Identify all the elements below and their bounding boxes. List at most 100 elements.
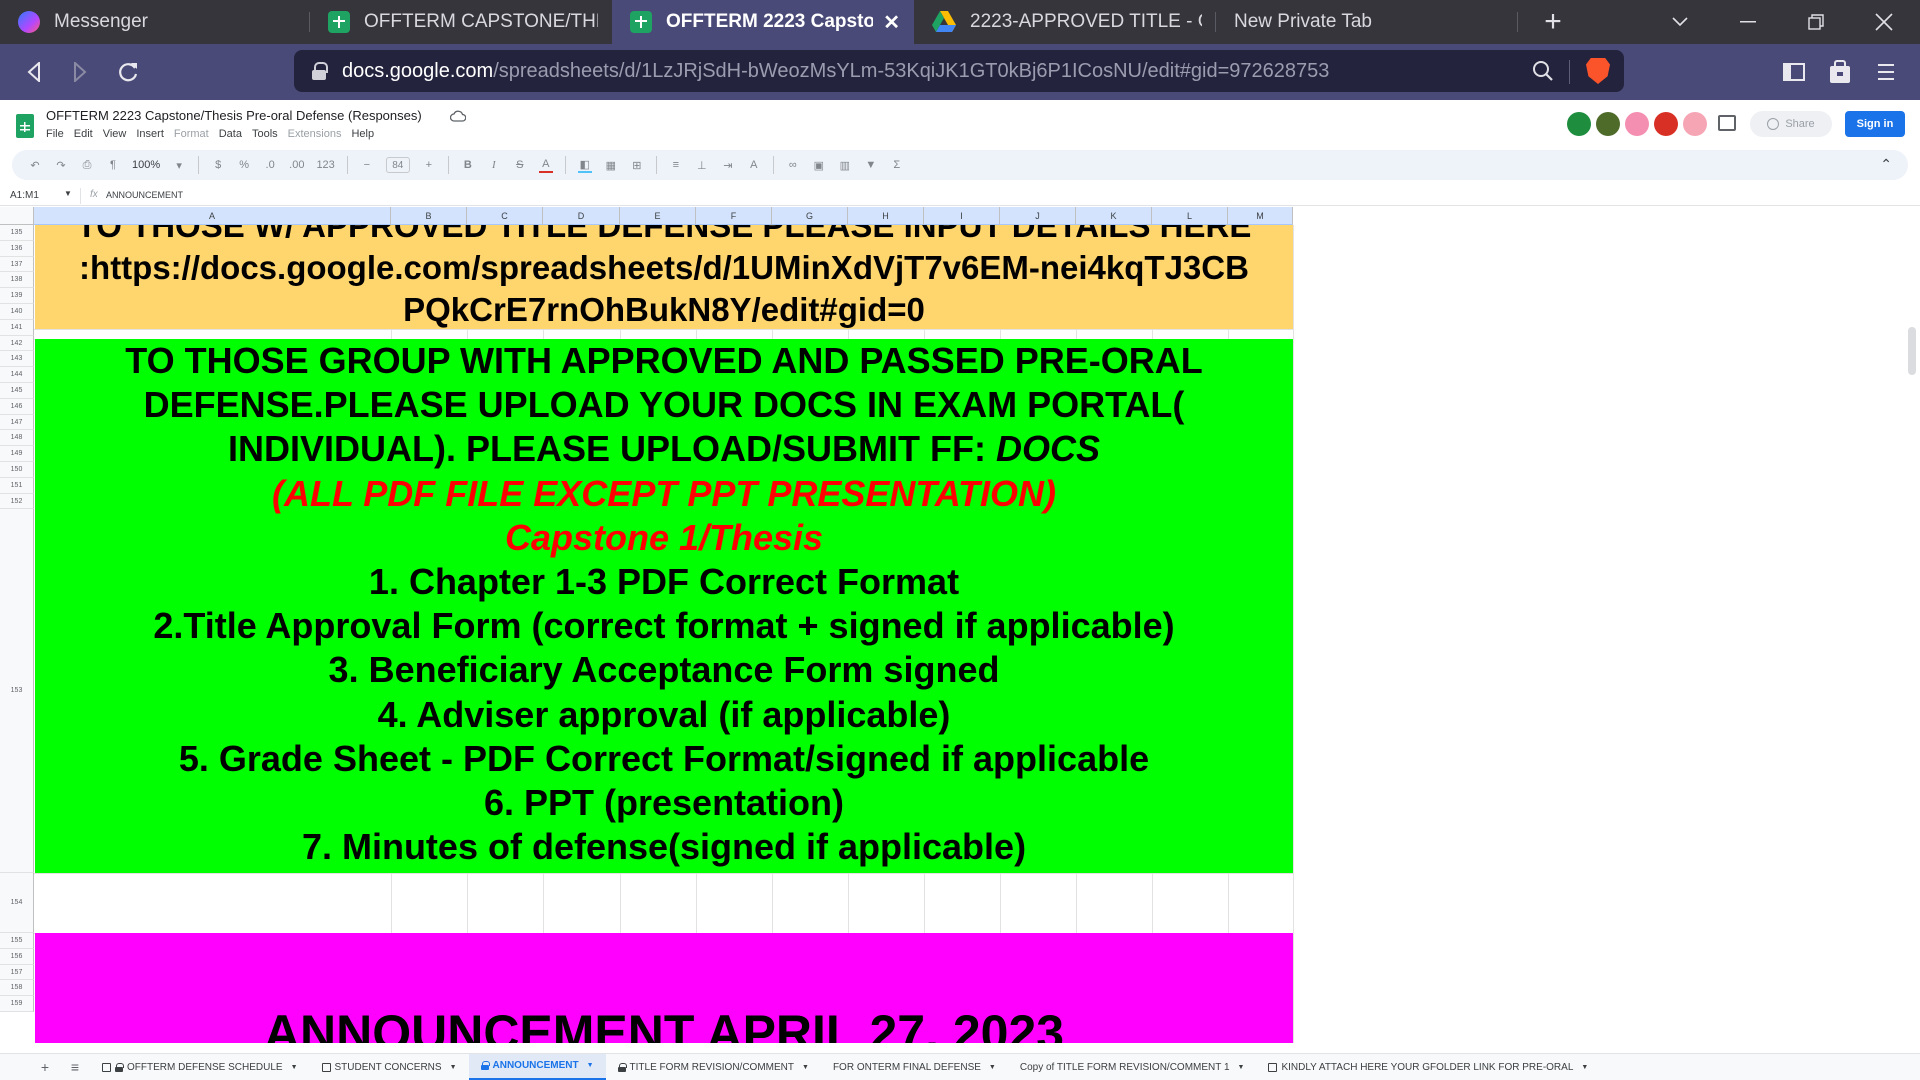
browser-tab-active-sheet[interactable]: OFFTERM 2223 Capstone/T ✕ xyxy=(612,0,914,44)
cloud-status-icon[interactable] xyxy=(450,110,466,122)
horizontal-align-icon[interactable]: ≡ xyxy=(669,157,683,173)
decrease-decimal-icon[interactable]: .0 xyxy=(263,157,277,173)
row-header[interactable]: 151 xyxy=(0,477,34,494)
merged-cell-link-notice[interactable]: TO THOSE W/ APPROVED TITLE DEFENSE PLEAS… xyxy=(35,225,1293,329)
paint-format-icon[interactable]: ¶ xyxy=(106,157,120,173)
sign-in-button[interactable]: Sign in xyxy=(1845,111,1905,137)
row-header[interactable]: 139 xyxy=(0,288,34,304)
chevron-down-icon[interactable]: ▼ xyxy=(64,189,72,198)
row-header[interactable]: 135 xyxy=(0,225,34,241)
row-header[interactable]: 144 xyxy=(0,367,34,383)
column-header-g[interactable]: G xyxy=(772,207,848,225)
row-header[interactable]: 147 xyxy=(0,414,34,431)
row-header[interactable]: 141 xyxy=(0,319,34,336)
row-header[interactable]: 146 xyxy=(0,398,34,415)
row-header[interactable]: 159 xyxy=(0,996,34,1012)
sheet-tab[interactable]: TITLE FORM REVISION/COMMENT ▼ xyxy=(606,1054,821,1080)
merge-cells-icon[interactable]: ⊞ xyxy=(630,157,644,173)
column-header-d[interactable]: D xyxy=(543,207,620,225)
sidebar-toggle-icon[interactable] xyxy=(1776,54,1812,90)
bold-icon[interactable]: B xyxy=(461,157,475,173)
address-bar[interactable]: docs.google.com/spreadsheets/d/1LzJRjSdH… xyxy=(294,50,1624,92)
avatar[interactable] xyxy=(1683,112,1707,136)
row-header[interactable]: 158 xyxy=(0,980,34,997)
menu-data[interactable]: Data xyxy=(219,128,242,140)
chevron-down-icon[interactable]: ▼ xyxy=(587,1062,594,1069)
print-icon[interactable]: ⎙ xyxy=(80,157,94,173)
sheet-tab[interactable]: OFFTERM DEFENSE SCHEDULE ▼ xyxy=(90,1054,310,1080)
insert-link-icon[interactable]: ∞ xyxy=(786,157,800,173)
chevron-down-icon[interactable]: ▼ xyxy=(291,1064,298,1071)
vertical-align-icon[interactable]: ⊥ xyxy=(695,157,709,173)
borders-icon[interactable]: ▦ xyxy=(604,157,618,173)
document-title[interactable]: OFFTERM 2223 Capstone/Thesis Pre-oral De… xyxy=(46,108,422,123)
fill-color-icon[interactable]: ◧ xyxy=(577,157,592,173)
forward-icon[interactable] xyxy=(62,54,98,90)
menu-icon[interactable] xyxy=(1868,54,1904,90)
row-header[interactable]: 136 xyxy=(0,240,34,257)
add-sheet-button[interactable]: + xyxy=(30,1059,60,1075)
sheet-tab[interactable]: KINDLY ATTACH HERE YOUR GFOLDER LINK FOR… xyxy=(1256,1054,1600,1080)
row-header[interactable]: 149 xyxy=(0,446,34,462)
sheet-tab[interactable]: STUDENT CONCERNS ▼ xyxy=(310,1054,469,1080)
percent-icon[interactable]: % xyxy=(237,157,251,173)
share-button[interactable]: Share xyxy=(1750,111,1832,137)
currency-icon[interactable]: $ xyxy=(211,157,225,173)
browser-tab-offterm-capstone[interactable]: OFFTERM CAPSTONE/THESIS - xyxy=(310,0,612,44)
browser-tab-approved-title[interactable]: 2223-APPROVED TITLE - Googl xyxy=(914,0,1216,44)
font-size-field[interactable]: 84 xyxy=(385,157,410,173)
brave-shields-icon[interactable] xyxy=(1586,58,1610,84)
row-header[interactable]: 152 xyxy=(0,493,34,510)
row-header[interactable]: 148 xyxy=(0,430,34,447)
reload-icon[interactable] xyxy=(110,54,146,90)
minimize-window-icon[interactable] xyxy=(1718,0,1778,44)
increase-font-size-icon[interactable]: + xyxy=(422,157,436,173)
chevron-down-icon[interactable]: ▼ xyxy=(989,1064,996,1071)
chevron-down-icon[interactable]: ▼ xyxy=(450,1064,457,1071)
column-header-a[interactable]: A xyxy=(34,207,391,225)
row-header[interactable]: 145 xyxy=(0,383,34,399)
row-header[interactable]: 143 xyxy=(0,351,34,368)
sheet-tab[interactable]: Copy of TITLE FORM REVISION/COMMENT 1 ▼ xyxy=(1008,1054,1257,1080)
column-header-e[interactable]: E xyxy=(620,207,696,225)
row-header[interactable]: 155 xyxy=(0,933,34,949)
browser-tab-private[interactable]: New Private Tab xyxy=(1216,0,1518,44)
more-formats-icon[interactable]: 123 xyxy=(316,157,334,173)
new-tab-button[interactable]: + xyxy=(1523,0,1583,44)
increase-decimal-icon[interactable]: .00 xyxy=(289,157,304,173)
browser-tab-messenger[interactable]: Messenger xyxy=(0,0,310,44)
tab-search-chevron-icon[interactable] xyxy=(1650,0,1710,44)
row-header[interactable]: 154 xyxy=(0,873,34,933)
zoom-icon[interactable] xyxy=(1532,60,1554,82)
chevron-down-icon[interactable]: ▼ xyxy=(1581,1064,1588,1071)
insert-chart-icon[interactable]: ▥ xyxy=(838,157,852,173)
functions-icon[interactable]: Σ xyxy=(890,157,904,173)
back-icon[interactable] xyxy=(16,54,52,90)
row-header[interactable]: 157 xyxy=(0,964,34,981)
menu-edit[interactable]: Edit xyxy=(74,128,93,140)
close-window-icon[interactable] xyxy=(1854,0,1914,44)
column-header-c[interactable]: C xyxy=(467,207,543,225)
menu-format[interactable]: Format xyxy=(174,128,209,140)
formula-input[interactable]: ANNOUNCEMENT xyxy=(106,190,183,200)
redo-icon[interactable]: ↷ xyxy=(54,157,68,173)
column-header-k[interactable]: K xyxy=(1076,207,1152,225)
select-all-corner[interactable] xyxy=(0,207,34,225)
insert-comment-icon[interactable]: ▣ xyxy=(812,157,826,173)
row-header[interactable]: 137 xyxy=(0,256,34,273)
avatar[interactable] xyxy=(1654,112,1678,136)
filter-icon[interactable]: ▼ xyxy=(864,157,878,173)
column-header-b[interactable]: B xyxy=(391,207,467,225)
spreadsheet-grid[interactable]: ABCDEFGHIJKLM 135 136 137 138 139 140 141 142 14… xyxy=(0,207,1920,1043)
merged-cell-upload-instructions[interactable]: TO THOSE GROUP WITH APPROVED AND PASSED … xyxy=(35,339,1293,873)
row-header[interactable]: 140 xyxy=(0,304,34,320)
column-header-i[interactable]: I xyxy=(924,207,1000,225)
restore-window-icon[interactable] xyxy=(1786,0,1846,44)
menu-help[interactable]: Help xyxy=(351,128,374,140)
menu-view[interactable]: View xyxy=(103,128,127,140)
chevron-down-icon[interactable]: ▾ xyxy=(172,157,186,173)
chevron-down-icon[interactable]: ▼ xyxy=(1238,1064,1245,1071)
avatar[interactable] xyxy=(1596,112,1620,136)
strikethrough-icon[interactable]: S xyxy=(513,157,527,173)
wallet-icon[interactable] xyxy=(1822,54,1858,90)
